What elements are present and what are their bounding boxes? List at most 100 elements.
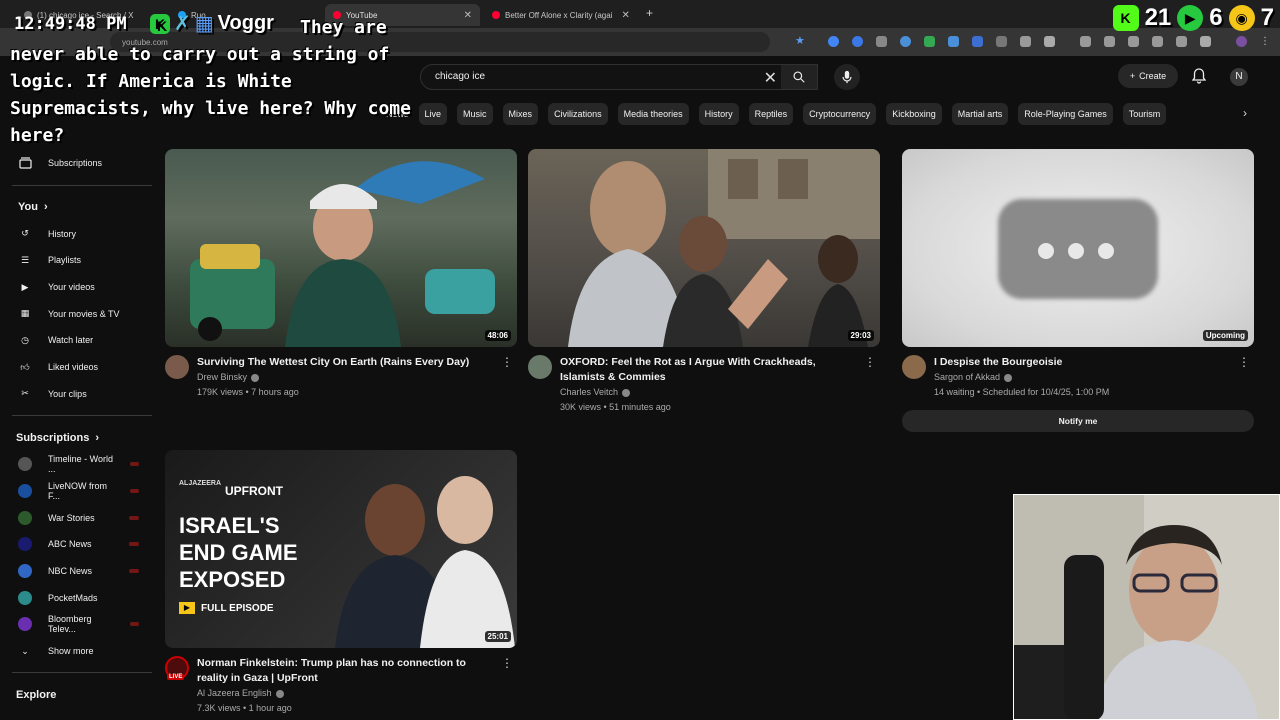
voice-search-button[interactable] bbox=[834, 64, 860, 90]
sidebar-channel[interactable]: Timeline - World ... bbox=[0, 451, 155, 478]
account-avatar[interactable]: N bbox=[1230, 68, 1248, 86]
video-thumbnail[interactable]: Upcoming bbox=[902, 149, 1254, 347]
sidebar-item-subscriptions[interactable]: Subscriptions bbox=[0, 150, 155, 177]
video-title[interactable]: Norman Finkelstein: Trump plan has no co… bbox=[197, 656, 497, 686]
channel-name[interactable]: Charles Veitch bbox=[560, 385, 880, 400]
thumbnail-art bbox=[568, 149, 880, 347]
channel-avatar[interactable] bbox=[528, 355, 552, 379]
sidebar-channel[interactable]: LiveNOW from F... bbox=[0, 478, 155, 505]
chip-role-playing-games[interactable]: Role-Playing Games bbox=[1018, 103, 1113, 125]
sidebar-channel[interactable]: ABC News bbox=[0, 531, 155, 558]
chip-civilizations[interactable]: Civilizations bbox=[548, 103, 608, 125]
video-thumbnail[interactable]: 48:06 bbox=[165, 149, 517, 347]
live-indicator-icon bbox=[129, 542, 139, 547]
close-tab-icon[interactable]: ✕ bbox=[464, 10, 472, 21]
extension-icon[interactable] bbox=[876, 36, 887, 47]
extension-icon[interactable] bbox=[924, 36, 935, 47]
notifications-button[interactable] bbox=[1191, 68, 1207, 89]
search-box[interactable]: chicago ice ✕ bbox=[420, 64, 818, 90]
more-options-icon[interactable]: ⋮ bbox=[864, 355, 876, 369]
bookmark-star-icon[interactable]: ★ bbox=[795, 34, 805, 47]
chip-mixes[interactable]: Mixes bbox=[502, 103, 539, 125]
channel-avatar bbox=[18, 563, 32, 578]
thumbnail-art bbox=[190, 161, 495, 347]
sidebar-show-more[interactable]: ⌄ Show more bbox=[0, 638, 155, 665]
chip-media-theories[interactable]: Media theories bbox=[617, 103, 689, 125]
extension-icon[interactable] bbox=[828, 36, 839, 47]
sidebar-channel[interactable]: NBC News bbox=[0, 558, 155, 585]
more-options-icon[interactable]: ⋮ bbox=[1238, 355, 1250, 369]
extension-icon[interactable] bbox=[1176, 36, 1187, 47]
channel-name[interactable]: Sargon of Akkad bbox=[934, 370, 1254, 385]
extension-icon[interactable] bbox=[1104, 36, 1115, 47]
chip-martial-arts[interactable]: Martial arts bbox=[951, 103, 1009, 125]
profile-icon[interactable] bbox=[1236, 36, 1247, 47]
live-indicator-icon bbox=[130, 488, 139, 493]
channel-avatar[interactable]: LIVE bbox=[165, 656, 189, 686]
bell-icon bbox=[1191, 68, 1207, 84]
sidebar-explore-header[interactable]: Explore bbox=[0, 681, 155, 708]
sidebar-item-movies[interactable]: ▦ Your movies & TV bbox=[0, 300, 155, 327]
video-card[interactable]: 29:03 OXFORD: Feel the Rot as I Argue Wi… bbox=[528, 149, 880, 415]
clips-icon: ✂ bbox=[21, 388, 29, 399]
chip-tourism[interactable]: Tourism bbox=[1122, 103, 1167, 125]
filter-chips: News Live Music Mixes Civilizations Medi… bbox=[386, 103, 1167, 125]
more-options-icon[interactable]: ⋮ bbox=[501, 355, 513, 369]
chip-reptiles[interactable]: Reptiles bbox=[748, 103, 794, 125]
menu-icon[interactable]: ⋮ bbox=[1260, 36, 1271, 47]
extension-icon[interactable] bbox=[1044, 36, 1055, 47]
sidebar-channel[interactable]: Bloomberg Telev... bbox=[0, 611, 155, 638]
sidebar-item-liked-videos[interactable]: 👍︎ Liked videos bbox=[0, 354, 155, 381]
close-tab-icon[interactable]: ✕ bbox=[621, 10, 629, 21]
clear-search-icon[interactable]: ✕ bbox=[764, 68, 777, 88]
sidebar-item-your-clips[interactable]: ✂ Your clips bbox=[0, 381, 155, 408]
headline-line: EXPOSED bbox=[179, 567, 286, 592]
new-tab-icon[interactable]: + bbox=[646, 6, 653, 20]
extension-icon[interactable] bbox=[852, 36, 863, 47]
chip-kickboxing[interactable]: Kickboxing bbox=[886, 103, 942, 125]
channel-name[interactable]: Drew Binsky bbox=[197, 370, 517, 385]
sidebar-subscriptions-header[interactable]: Subscriptions › bbox=[0, 424, 155, 451]
notify-me-button[interactable]: Notify me bbox=[902, 410, 1254, 432]
channel-avatar bbox=[18, 537, 32, 552]
video-card[interactable]: ALJAZEERA UPFRONT ISRAEL'S END GAME EXPO… bbox=[165, 450, 517, 716]
chevron-right-icon[interactable]: › bbox=[1243, 106, 1247, 120]
video-card[interactable]: Upcoming I Despise the Bourgeoisie Sargo… bbox=[902, 149, 1254, 432]
video-title[interactable]: OXFORD: Feel the Rot as I Argue With Cra… bbox=[560, 355, 860, 385]
tab-music[interactable]: Better Off Alone x Clarity (agai ✕ bbox=[484, 4, 642, 26]
extension-icon[interactable] bbox=[900, 36, 911, 47]
play-viewer-count: 6 bbox=[1209, 4, 1223, 31]
search-input[interactable]: chicago ice bbox=[435, 71, 485, 82]
extension-icon[interactable] bbox=[1200, 36, 1211, 47]
chip-music[interactable]: Music bbox=[457, 103, 493, 125]
chip-history[interactable]: History bbox=[698, 103, 739, 125]
sidebar-item-your-videos[interactable]: ▶ Your videos bbox=[0, 274, 155, 301]
extension-icon[interactable] bbox=[996, 36, 1007, 47]
extension-icon[interactable] bbox=[1080, 36, 1091, 47]
sidebar-channel[interactable]: PocketMads bbox=[0, 584, 155, 611]
extension-icon[interactable] bbox=[948, 36, 959, 47]
search-button[interactable] bbox=[781, 65, 817, 89]
sidebar-item-watch-later[interactable]: ◷ Watch later bbox=[0, 327, 155, 354]
extension-icon[interactable] bbox=[1152, 36, 1163, 47]
video-title[interactable]: I Despise the Bourgeoisie bbox=[934, 355, 1234, 370]
sidebar-you-header[interactable]: You › bbox=[0, 194, 155, 221]
chip-cryptocurrency[interactable]: Cryptocurrency bbox=[803, 103, 877, 125]
more-options-icon[interactable]: ⋮ bbox=[501, 656, 513, 670]
sidebar-channel[interactable]: War Stories bbox=[0, 504, 155, 531]
video-thumbnail[interactable]: ALJAZEERA UPFRONT ISRAEL'S END GAME EXPO… bbox=[165, 450, 517, 648]
extension-icon[interactable] bbox=[1128, 36, 1139, 47]
channel-avatar[interactable] bbox=[165, 355, 189, 379]
channel-name[interactable]: Al Jazeera English bbox=[197, 686, 517, 701]
sidebar-item-history[interactable]: ↺ History bbox=[0, 220, 155, 247]
video-card[interactable]: 48:06 Surviving The Wettest City On Eart… bbox=[165, 149, 517, 400]
video-title[interactable]: Surviving The Wettest City On Earth (Rai… bbox=[197, 355, 497, 370]
sidebar-item-playlists[interactable]: ☰ Playlists bbox=[0, 247, 155, 274]
sidebar-item-label: Your movies & TV bbox=[48, 308, 120, 319]
create-button[interactable]: + Create bbox=[1118, 64, 1178, 88]
video-thumbnail[interactable]: 29:03 bbox=[528, 149, 880, 347]
extension-icon[interactable] bbox=[972, 36, 983, 47]
plus-icon: + bbox=[1129, 71, 1136, 81]
channel-avatar[interactable] bbox=[902, 355, 926, 379]
extension-icon[interactable] bbox=[1020, 36, 1031, 47]
